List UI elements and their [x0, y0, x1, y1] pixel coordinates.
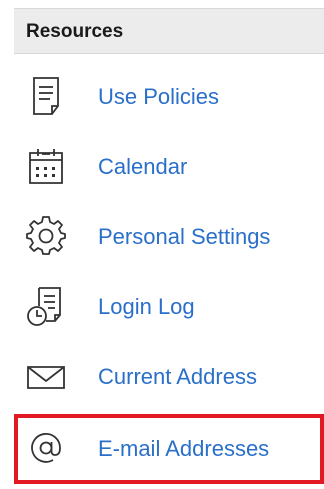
menu-item-login-log[interactable]: Login Log [14, 272, 324, 342]
menu-item-label: Current Address [98, 364, 257, 389]
menu-item-label: Use Policies [98, 84, 220, 109]
menu-item-use-policies[interactable]: Use Policies [14, 62, 324, 132]
menu-item-label: Personal Settings [98, 224, 271, 249]
resources-panel: Resources Use Policies Calendar Personal… [0, 0, 324, 489]
menu-item-label: Calendar [98, 154, 188, 179]
envelope-icon [26, 356, 66, 396]
resources-title: Resources [26, 21, 124, 42]
resources-header: Resources [14, 8, 324, 54]
menu-item-label: Login Log [98, 294, 195, 319]
gear-icon [26, 216, 66, 256]
at-sign-icon [26, 428, 66, 468]
calendar-icon [26, 146, 66, 186]
menu-item-label: E-mail Addresses [98, 436, 270, 461]
menu-item-personal-settings[interactable]: Personal Settings [14, 202, 324, 272]
menu-item-current-address[interactable]: Current Address [14, 342, 324, 412]
document-clock-icon [26, 286, 66, 326]
menu-item-calendar[interactable]: Calendar [14, 132, 324, 202]
menu-item-email-addresses[interactable]: E-mail Addresses [14, 414, 324, 484]
document-icon [26, 76, 66, 116]
